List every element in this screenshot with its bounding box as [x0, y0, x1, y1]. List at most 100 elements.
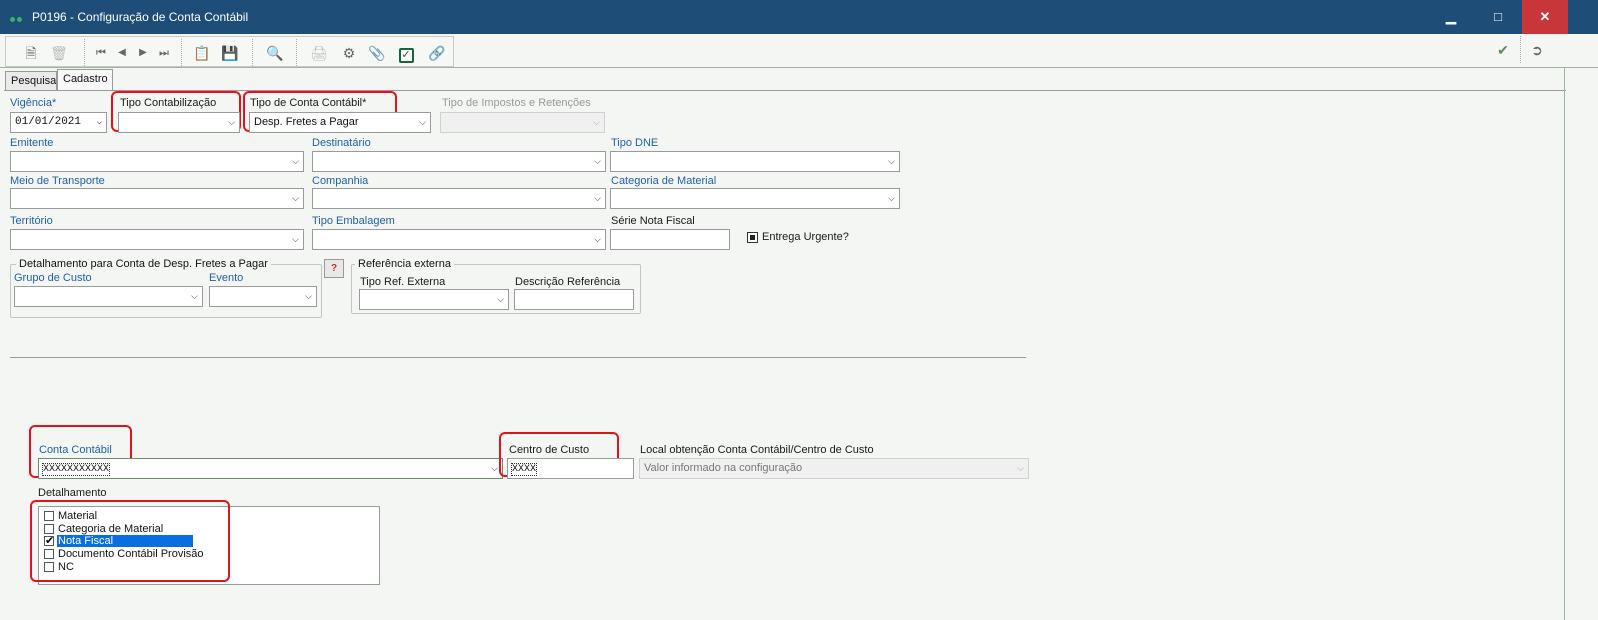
list-item[interactable]: Material	[42, 510, 208, 523]
territorio-select[interactable]: ⌵	[10, 229, 304, 250]
checkbox[interactable]	[44, 562, 54, 572]
chevron-down-icon: ⌵	[497, 294, 504, 304]
categoria-material-select[interactable]: ⌵	[610, 188, 900, 209]
panel-border	[1564, 68, 1565, 620]
tipo-embalagem-label: Tipo Embalagem	[312, 215, 395, 227]
conta-contabil-value: XXXXXXXXXXX	[41, 463, 111, 476]
toolbar-separator	[84, 39, 85, 66]
destinatario-select[interactable]: ⌵	[312, 151, 606, 172]
vigencia-value: 01/01/2021	[15, 116, 82, 128]
gear-icon[interactable]: ⚙	[338, 43, 360, 63]
local-obtencao-label: Local obtenção Conta Contábil/Centro de …	[640, 444, 874, 456]
close-button[interactable]: ✕	[1522, 0, 1568, 34]
centro-custo-value: XXXX	[510, 463, 538, 476]
chevron-down-icon: ⌵	[96, 117, 102, 127]
chevron-down-icon: ⌵	[594, 193, 601, 203]
window-title: P0196 - Configuração de Conta Contábil	[32, 10, 249, 24]
local-obtencao-value: Valor informado na configuração	[644, 462, 803, 474]
chevron-down-icon: ⌵	[292, 193, 299, 203]
checkbox[interactable]	[44, 511, 54, 521]
tipo-contabilizacao-select[interactable]: ⌵	[118, 112, 240, 133]
emitente-label: Emitente	[10, 137, 54, 149]
chevron-down-icon: ⌵	[888, 193, 895, 203]
conta-contabil-select[interactable]: XXXXXXXXXXX ⌵	[38, 458, 503, 479]
checkbox-indicator	[750, 235, 755, 240]
tab-pesquisa[interactable]: Pesquisa	[5, 71, 57, 90]
entrega-urgente-checkbox[interactable]	[747, 232, 758, 243]
new-document-icon[interactable]: 🗎	[20, 43, 42, 63]
minimize-button[interactable]: ▁	[1428, 0, 1474, 34]
tipo-ref-select[interactable]: ⌵	[359, 289, 509, 310]
vigencia-date-picker[interactable]: 01/01/2021 ⌵	[10, 112, 107, 133]
companhia-select[interactable]: ⌵	[312, 188, 606, 209]
list-item-selected[interactable]: Nota Fiscal	[42, 534, 208, 548]
chevron-down-icon: ⌵	[593, 117, 600, 127]
list-item[interactable]: Documento Contábil Provisão	[42, 548, 208, 561]
delete-icon[interactable]: 🗑	[48, 43, 70, 63]
tab-divider	[4, 90, 1566, 91]
chevron-down-icon: ⌵	[594, 234, 601, 244]
next-record-icon[interactable]: ▶	[132, 43, 154, 63]
confirm-icon[interactable]: ✔	[1492, 40, 1514, 60]
chevron-down-icon: ⌵	[191, 291, 198, 301]
tipo-ref-label: Tipo Ref. Externa	[360, 276, 446, 288]
referencia-group-title: Referência externa	[355, 258, 454, 270]
print-icon[interactable]: 🖨	[308, 43, 330, 63]
chevron-down-icon: ⌵	[594, 156, 601, 166]
previous-record-icon[interactable]: ◀	[111, 43, 133, 63]
maximize-button[interactable]: □	[1475, 0, 1521, 34]
chevron-down-icon: ⌵	[292, 156, 299, 166]
grupo-custo-label: Grupo de Custo	[14, 272, 92, 284]
destinatario-label: Destinatário	[312, 137, 371, 149]
list-item[interactable]: NC	[42, 561, 208, 574]
detalhamento-label: Detalhamento	[38, 487, 107, 499]
emitente-select[interactable]: ⌵	[10, 151, 304, 172]
title-bar: P0196 - Configuração de Conta Contábil ▁…	[0, 0, 1598, 34]
attachment-icon[interactable]: 📎	[366, 43, 388, 63]
tipo-embalagem-select[interactable]: ⌵	[312, 229, 606, 250]
toolbar-group: 🗎 🗑 ⏮ ◀ ▶ ⏭ 📋 💾 🔍 🖨 ⚙ 📎 ✓ 🔗	[5, 36, 454, 67]
app-icon	[10, 13, 24, 22]
chevron-down-icon: ⌵	[888, 156, 895, 166]
detalhamento-group-title: Detalhamento para Conta de Desp. Fretes …	[16, 258, 271, 270]
conta-contabil-label: Conta Contábil	[39, 444, 112, 456]
search-icon[interactable]: 🔍	[264, 43, 286, 63]
evento-select[interactable]: ⌵	[209, 286, 317, 307]
first-record-icon[interactable]: ⏮	[90, 43, 112, 63]
descricao-ref-input[interactable]	[514, 289, 634, 310]
copy-icon[interactable]: 📋	[191, 43, 213, 63]
serie-nota-fiscal-input[interactable]	[610, 229, 730, 250]
checkbox-checked[interactable]	[44, 534, 54, 547]
section-divider	[10, 357, 1026, 358]
tipo-impostos-select[interactable]: ⌵	[440, 112, 605, 133]
companhia-label: Companhia	[312, 175, 369, 187]
tipo-conta-contabil-value: Desp. Fretes a Pagar	[254, 116, 359, 128]
territorio-label: Território	[10, 215, 53, 227]
link-icon[interactable]: 🔗	[426, 43, 448, 63]
toolbar-separator	[296, 39, 297, 66]
tipo-conta-contabil-select[interactable]: Desp. Fretes a Pagar ⌵	[249, 112, 431, 133]
checkbox[interactable]	[44, 549, 54, 559]
meio-transporte-label: Meio de Transporte	[10, 175, 105, 187]
evento-label: Evento	[209, 272, 244, 284]
tipo-dne-select[interactable]: ⌵	[610, 151, 900, 172]
toolbar: 🗎 🗑 ⏮ ◀ ▶ ⏭ 📋 💾 🔍 🖨 ⚙ 📎 ✓ 🔗 ✔ ➲	[0, 34, 1598, 68]
exit-icon[interactable]: ➲	[1526, 40, 1548, 60]
help-button[interactable]: ?	[324, 259, 344, 278]
toolbar-separator	[252, 39, 253, 66]
toolbar-separator	[181, 39, 182, 66]
centro-custo-input[interactable]: XXXX	[507, 458, 634, 479]
tab-cadastro[interactable]: Cadastro	[57, 69, 113, 91]
save-icon[interactable]: 💾	[219, 43, 241, 63]
entrega-urgente-label: Entrega Urgente?	[762, 231, 849, 243]
local-obtencao-select[interactable]: Valor informado na configuração ⌵	[639, 458, 1029, 479]
chevron-down-icon: ⌵	[1017, 463, 1024, 473]
chevron-down-icon: ⌵	[491, 463, 498, 473]
check-icon[interactable]: ✓	[395, 43, 417, 63]
toolbar-separator	[1520, 36, 1521, 63]
last-record-icon[interactable]: ⏭	[153, 43, 175, 63]
checkbox[interactable]	[44, 524, 54, 534]
tipo-impostos-label: Tipo de Impostos e Retenções	[442, 97, 591, 109]
meio-transporte-select[interactable]: ⌵	[10, 188, 304, 209]
grupo-custo-select[interactable]: ⌵	[14, 286, 203, 307]
